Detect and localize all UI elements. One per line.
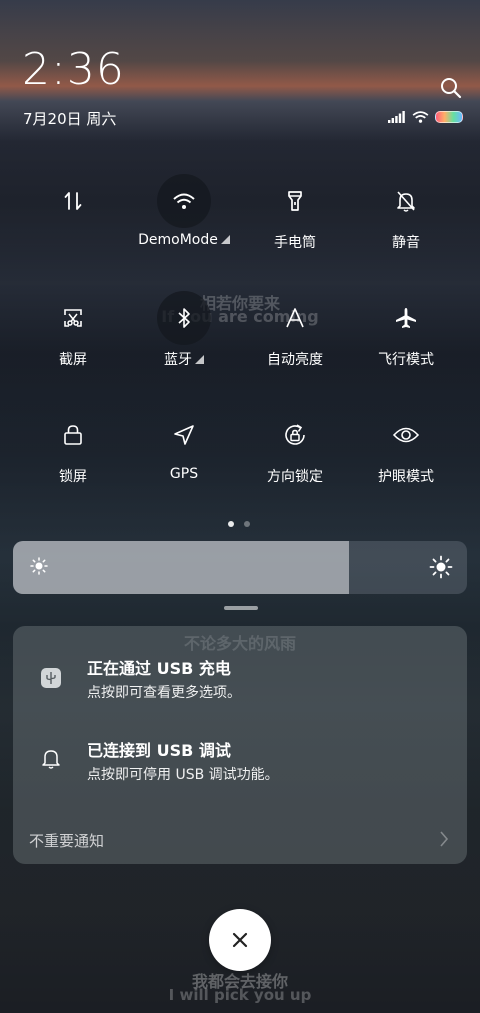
- battery-icon: [435, 111, 463, 123]
- tile-bluetooth[interactable]: 蓝牙: [129, 291, 239, 369]
- search-button[interactable]: [440, 77, 462, 99]
- tile-label: 静音: [392, 235, 420, 251]
- tile-label: 截屏: [59, 352, 87, 368]
- tile-label: 飞行模式: [378, 352, 434, 368]
- clear-all-button[interactable]: [209, 909, 271, 971]
- tile-auto-brightness[interactable]: 自动亮度: [240, 291, 350, 369]
- auto-brightness-icon: [268, 291, 322, 345]
- tile-label: 自动亮度: [267, 352, 323, 368]
- brightness-low-icon: [30, 557, 48, 575]
- signal-icon: [388, 111, 405, 123]
- tile-label: 手电筒: [274, 235, 316, 251]
- clock-time: 2:36: [22, 44, 125, 95]
- airplane-icon: [379, 291, 433, 345]
- tile-rotation-lock[interactable]: 方向锁定: [240, 408, 350, 486]
- location-arrow-icon: [157, 408, 211, 462]
- chevron-right-icon: [440, 831, 449, 847]
- drag-handle[interactable]: [224, 606, 258, 610]
- mute-bell-icon: [379, 174, 433, 228]
- page-dot: [228, 521, 234, 527]
- notification-title: 正在通过 USB 充电: [87, 659, 231, 678]
- clock-date: 7月20日 周六: [23, 110, 117, 128]
- tile-gps[interactable]: GPS: [129, 408, 239, 482]
- tile-label: GPS: [169, 466, 199, 482]
- page-dot: [244, 521, 250, 527]
- rotation-lock-icon: [268, 408, 322, 462]
- tile-label: 蓝牙: [164, 352, 192, 368]
- tile-mute[interactable]: 静音: [351, 174, 461, 252]
- tile-screenshot[interactable]: 截屏: [18, 291, 128, 369]
- tile-label: 锁屏: [59, 469, 87, 485]
- notification-subtitle: 点按即可停用 USB 调试功能。: [87, 767, 279, 783]
- notification-subtitle: 点按即可查看更多选项。: [87, 685, 241, 701]
- wifi-icon: [157, 174, 211, 228]
- tile-eye-care[interactable]: 护眼模式: [351, 408, 461, 486]
- wifi-status-icon: [412, 111, 429, 123]
- unimportant-notifications-link[interactable]: 不重要通知: [29, 830, 104, 851]
- tile-label: DemoMode: [138, 232, 218, 248]
- usb-icon: [39, 666, 63, 690]
- tile-airplane[interactable]: 飞行模式: [351, 291, 461, 369]
- notification-usb-debugging[interactable]: 已连接到 USB 调试 点按即可停用 USB 调试功能。: [13, 722, 467, 796]
- expand-triangle-icon: [220, 235, 230, 244]
- tile-lock-screen[interactable]: 锁屏: [18, 408, 128, 486]
- bluetooth-icon: [157, 291, 211, 345]
- tile-flashlight[interactable]: 手电筒: [240, 174, 350, 252]
- background-lyric: I will pick you up: [168, 986, 312, 1004]
- lock-icon: [46, 408, 100, 462]
- notification-usb-charging[interactable]: 正在通过 USB 充电 点按即可查看更多选项。: [13, 626, 467, 708]
- tile-label: 护眼模式: [378, 469, 434, 485]
- notification-card: 正在通过 USB 充电 点按即可查看更多选项。 已连接到 USB 调试 点按即可…: [13, 626, 467, 864]
- page-indicator: [228, 521, 250, 527]
- screenshot-icon: [46, 291, 100, 345]
- brightness-high-icon: [429, 555, 453, 579]
- tile-label: 方向锁定: [267, 469, 323, 485]
- brightness-slider[interactable]: [13, 541, 467, 594]
- brightness-fill: [13, 541, 349, 594]
- eye-icon: [379, 408, 433, 462]
- notification-title: 已连接到 USB 调试: [87, 741, 231, 760]
- tile-data-transfer[interactable]: [18, 174, 128, 232]
- status-icons: [388, 110, 463, 124]
- close-icon: [232, 932, 248, 948]
- tile-wifi[interactable]: DemoMode: [129, 174, 239, 248]
- search-icon: [441, 78, 462, 99]
- data-transfer-icon: [46, 174, 100, 228]
- bell-icon: [39, 746, 63, 770]
- flashlight-icon: [268, 174, 322, 228]
- expand-triangle-icon: [195, 355, 204, 364]
